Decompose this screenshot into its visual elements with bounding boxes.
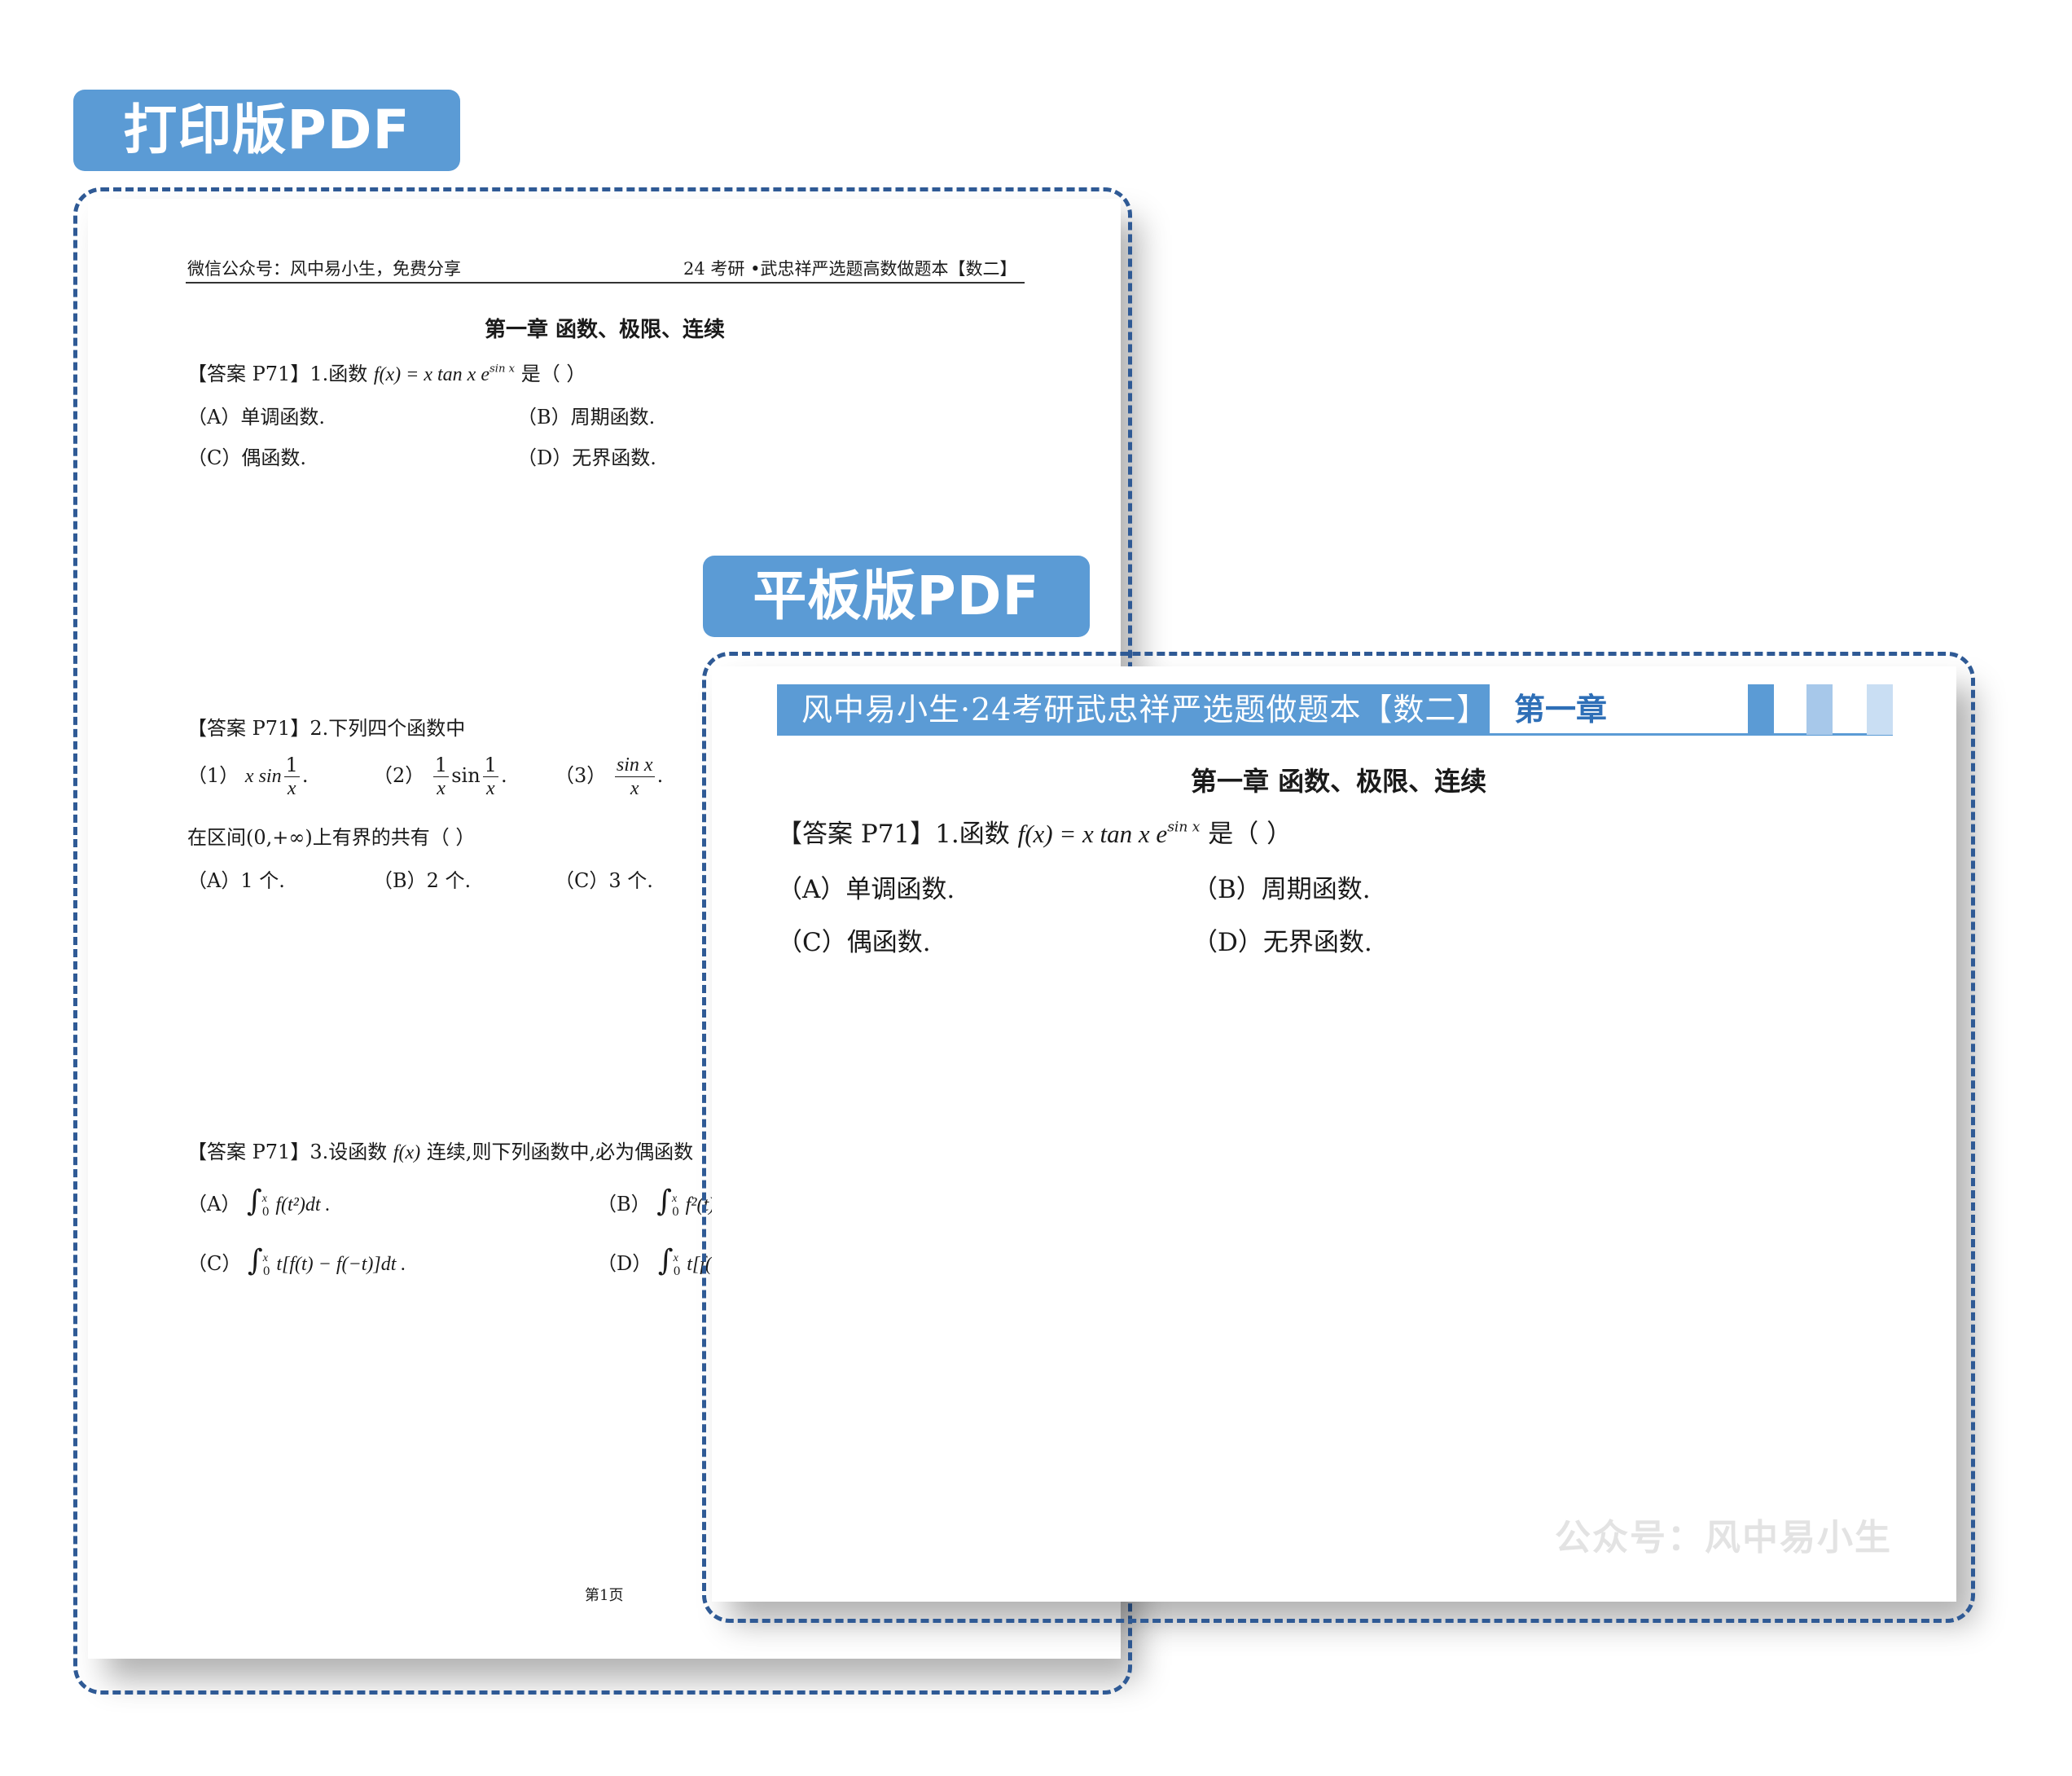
tablet-version-badge: 平板版PDF	[703, 556, 1090, 637]
tablet-dashed-frame	[702, 652, 1975, 1623]
print-version-badge: 打印版PDF	[73, 90, 460, 171]
